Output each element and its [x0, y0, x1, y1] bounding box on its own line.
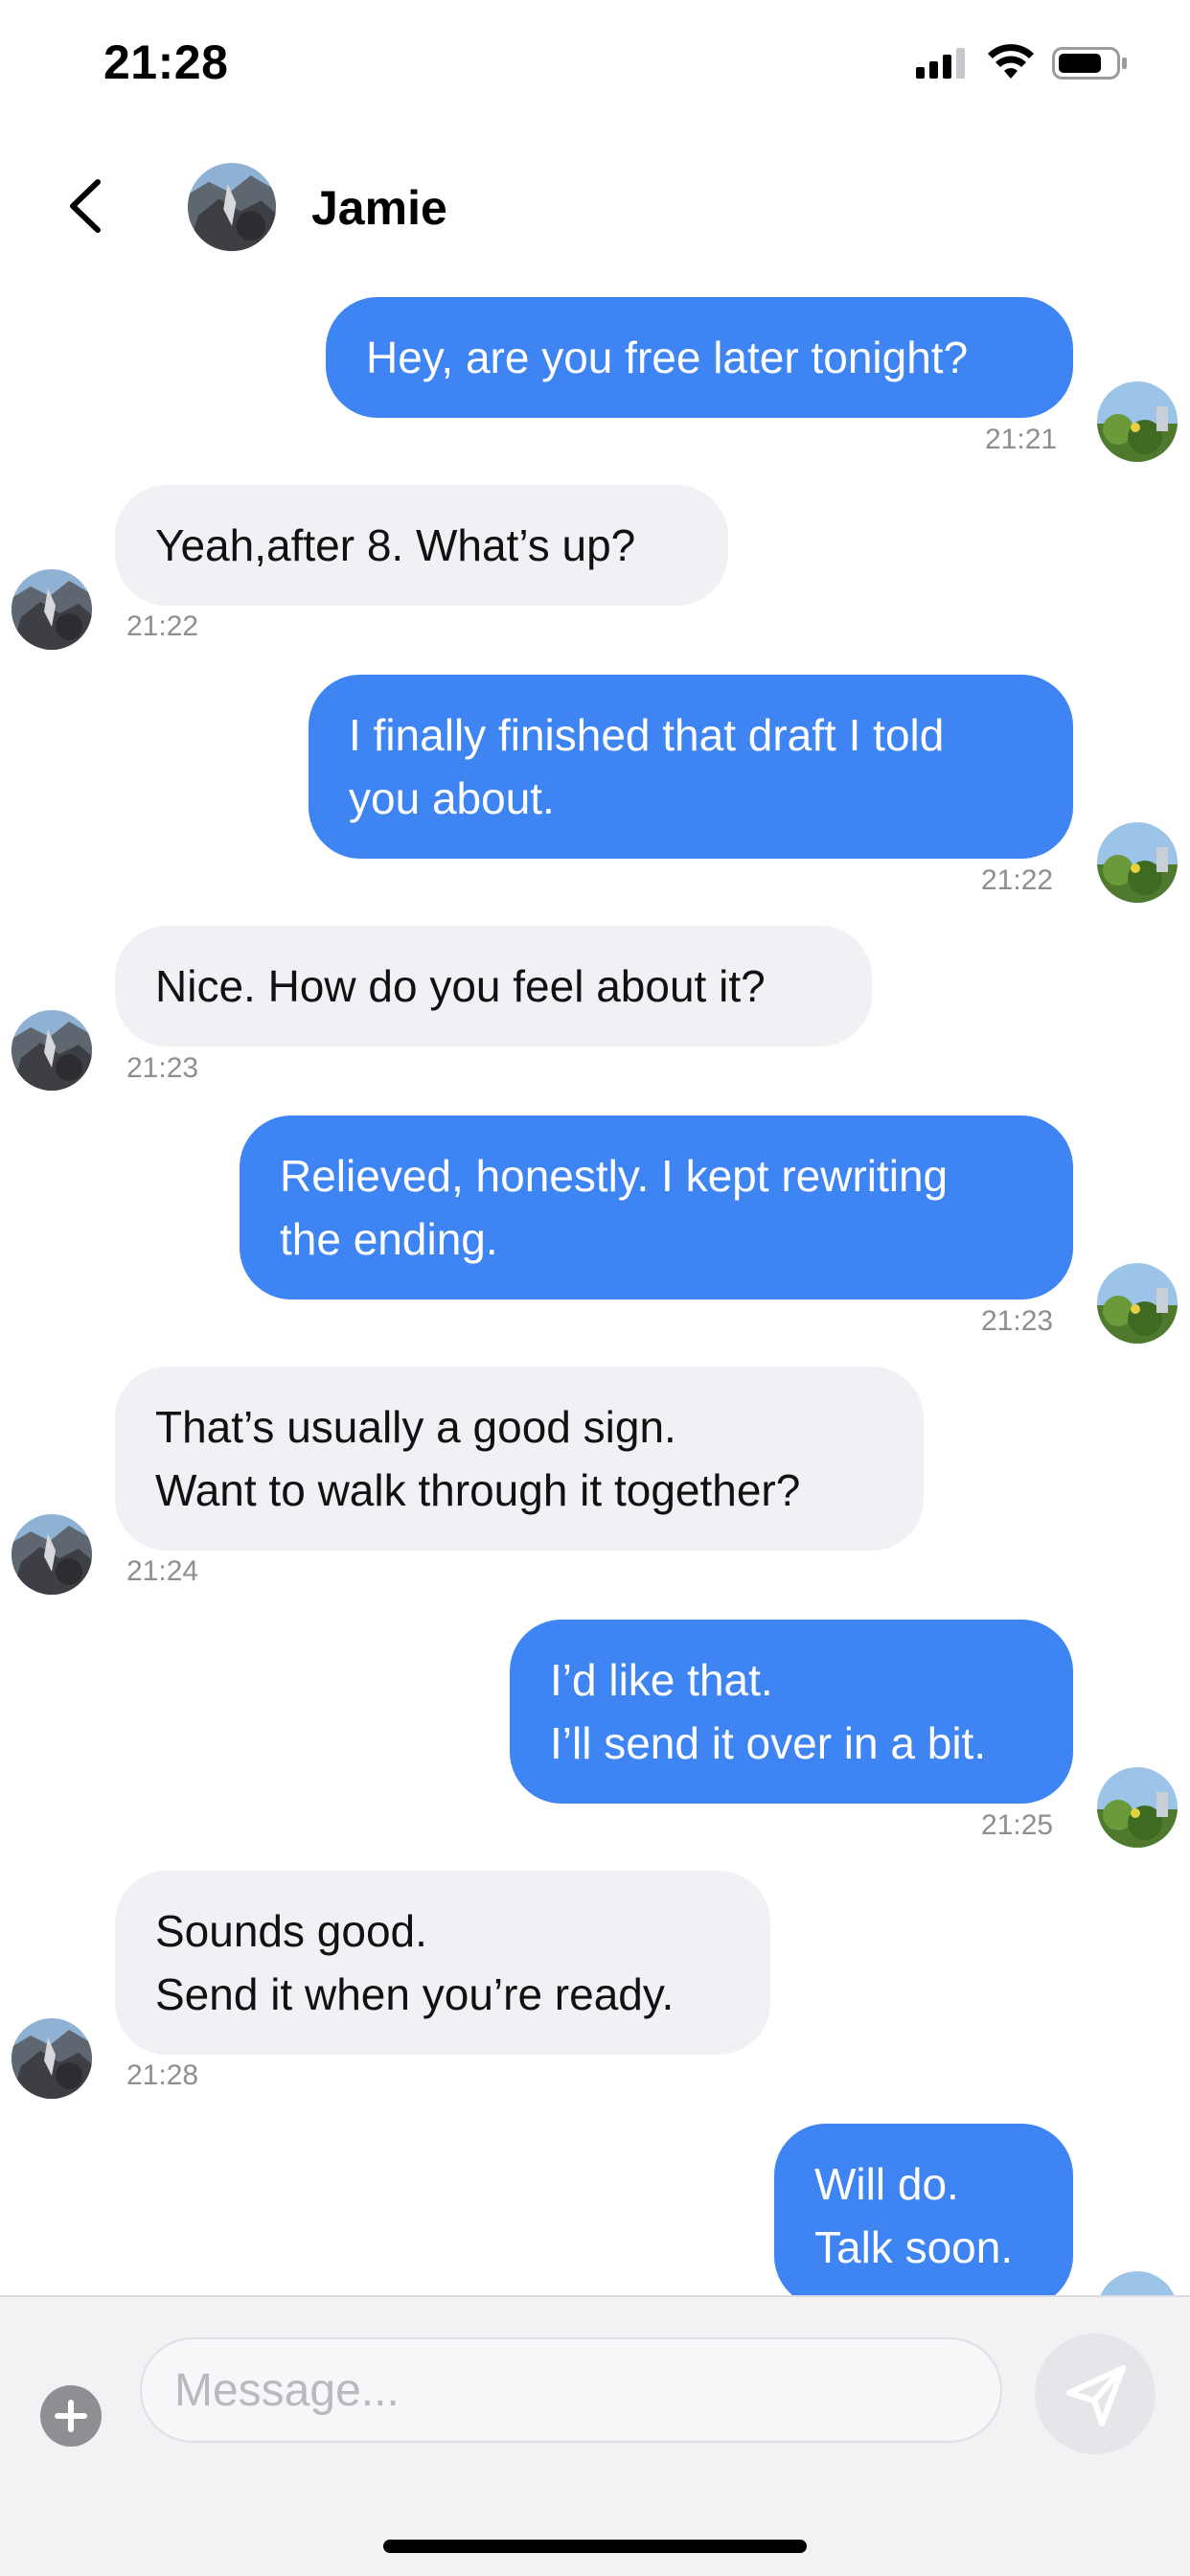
message-timestamp: 21:22	[126, 610, 199, 642]
battery-icon	[1052, 47, 1127, 80]
status-time: 21:28	[103, 35, 229, 89]
outgoing-bubble[interactable]: I’d like that. I’ll send it over in a bi…	[510, 1620, 1073, 1804]
contact-message-avatar	[11, 2018, 92, 2099]
message-timestamp: 21:21	[985, 424, 1058, 455]
message-timestamp: 21:22	[981, 864, 1054, 896]
plus-icon	[55, 2400, 87, 2432]
add-attachment-button[interactable]	[40, 2385, 102, 2447]
chat-header: Jamie	[0, 144, 1190, 268]
composer-bar	[0, 2295, 1190, 2576]
chat-screen: 21:28 Jamie Hey, are you free later toni…	[0, 0, 1190, 2576]
wifi-icon	[988, 44, 1034, 79]
incoming-bubble[interactable]: Yeah,after 8. What’s up?	[115, 485, 728, 606]
incoming-bubble[interactable]: Sounds good. Send it when you’re ready.	[115, 1871, 770, 2055]
contact-message-avatar	[11, 1010, 92, 1091]
my-avatar	[1097, 822, 1178, 903]
paper-plane-icon	[1066, 2365, 1126, 2426]
message-timestamp: 21:24	[126, 1555, 199, 1587]
outgoing-bubble[interactable]: Will do. Talk soon.	[774, 2124, 1073, 2295]
cellular-signal-icon	[916, 48, 965, 79]
outgoing-bubble[interactable]: Hey, are you free later tonight?	[326, 297, 1073, 418]
contact-avatar[interactable]	[188, 163, 276, 251]
message-timestamp: 21:23	[981, 1305, 1054, 1337]
home-indicator	[383, 2540, 807, 2553]
back-chevron-icon[interactable]	[57, 172, 115, 240]
message-list[interactable]: Hey, are you free later tonight? 21:21 Y…	[0, 268, 1190, 2295]
status-bar: 21:28	[0, 0, 1190, 134]
message-input[interactable]	[140, 2337, 1002, 2443]
incoming-bubble[interactable]: That’s usually a good sign. Want to walk…	[115, 1367, 924, 1551]
incoming-bubble[interactable]: Nice. How do you feel about it?	[115, 926, 872, 1046]
contact-name: Jamie	[311, 181, 447, 235]
contact-message-avatar	[11, 569, 92, 650]
message-timestamp: 21:25	[981, 1809, 1054, 1841]
message-timestamp: 21:28	[126, 2059, 199, 2091]
my-avatar	[1097, 1263, 1178, 1344]
my-avatar	[1097, 2271, 1178, 2295]
outgoing-bubble[interactable]: I finally finished that draft I told you…	[309, 675, 1073, 859]
message-timestamp: 21:23	[126, 1052, 199, 1084]
my-avatar	[1097, 1767, 1178, 1848]
outgoing-bubble[interactable]: Relieved, honestly. I kept rewriting the…	[240, 1116, 1073, 1300]
my-avatar	[1097, 381, 1178, 462]
send-button[interactable]	[1035, 2334, 1156, 2454]
contact-message-avatar	[11, 1514, 92, 1595]
